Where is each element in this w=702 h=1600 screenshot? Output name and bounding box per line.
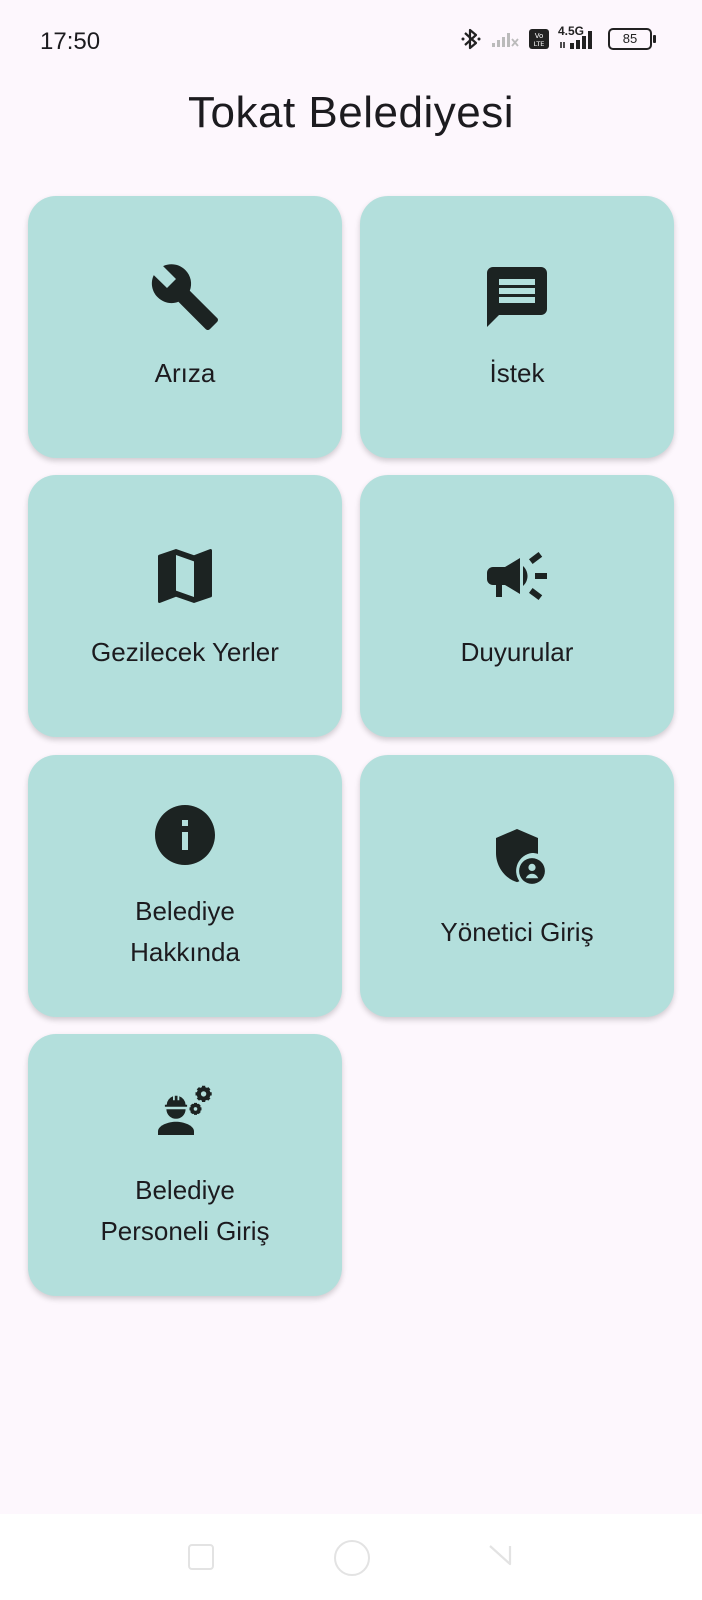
status-icons: Vo LTE 4.5G 85 bbox=[460, 24, 656, 52]
tile-belediye-hakkinda[interactable]: Belediye Hakkında bbox=[28, 755, 342, 1017]
svg-text:LTE: LTE bbox=[534, 40, 545, 48]
tile-belediye-personeli-giris[interactable]: Belediye Personeli Giriş bbox=[28, 1034, 342, 1296]
system-navigation-bar bbox=[0, 1514, 702, 1600]
signal-weak-icon bbox=[492, 33, 519, 47]
tile-label: Gezilecek Yerler bbox=[91, 636, 279, 667]
home-circle-icon[interactable] bbox=[334, 1540, 370, 1576]
status-time: 17:50 bbox=[40, 28, 101, 55]
tile-label: Yönetici Giriş bbox=[440, 916, 594, 947]
tile-label: Duyurular bbox=[460, 636, 574, 667]
tile-label: Belediye Personeli Giriş bbox=[100, 1175, 270, 1246]
cellular-signal-group: 4.5G bbox=[558, 24, 600, 50]
tile-gezilecek-yerler[interactable]: Gezilecek Yerler bbox=[28, 475, 342, 737]
tile-label: Belediye Hakkında bbox=[130, 896, 240, 967]
info-icon bbox=[149, 799, 221, 871]
signal-icon bbox=[560, 31, 592, 49]
tile-label: Arıza bbox=[154, 357, 216, 388]
tile-yonetici-giris[interactable]: Yönetici Giriş bbox=[360, 755, 674, 1017]
tile-ariza[interactable]: Arıza bbox=[28, 196, 342, 458]
bluetooth-icon bbox=[461, 28, 481, 50]
megaphone-icon bbox=[481, 540, 553, 612]
tile-istek[interactable]: İstek bbox=[360, 196, 674, 458]
wrench-icon bbox=[149, 261, 221, 333]
tile-duyurular[interactable]: Duyurular bbox=[360, 475, 674, 737]
status-bar: 17:50 Vo LTE 4.5G 85 bbox=[0, 0, 702, 84]
back-square-icon[interactable] bbox=[188, 1544, 214, 1570]
battery-icon: 85 bbox=[608, 28, 656, 50]
message-icon bbox=[481, 261, 553, 333]
map-icon bbox=[149, 540, 221, 612]
svg-text:Vo: Vo bbox=[535, 32, 544, 40]
admin-shield-icon bbox=[481, 820, 553, 892]
recent-triangle-icon[interactable] bbox=[488, 1542, 514, 1568]
tile-label: İstek bbox=[489, 357, 545, 388]
worker-gears-icon bbox=[149, 1078, 221, 1150]
volte-icon: Vo LTE bbox=[529, 29, 549, 49]
page-title: Tokat Belediyesi bbox=[188, 88, 514, 137]
